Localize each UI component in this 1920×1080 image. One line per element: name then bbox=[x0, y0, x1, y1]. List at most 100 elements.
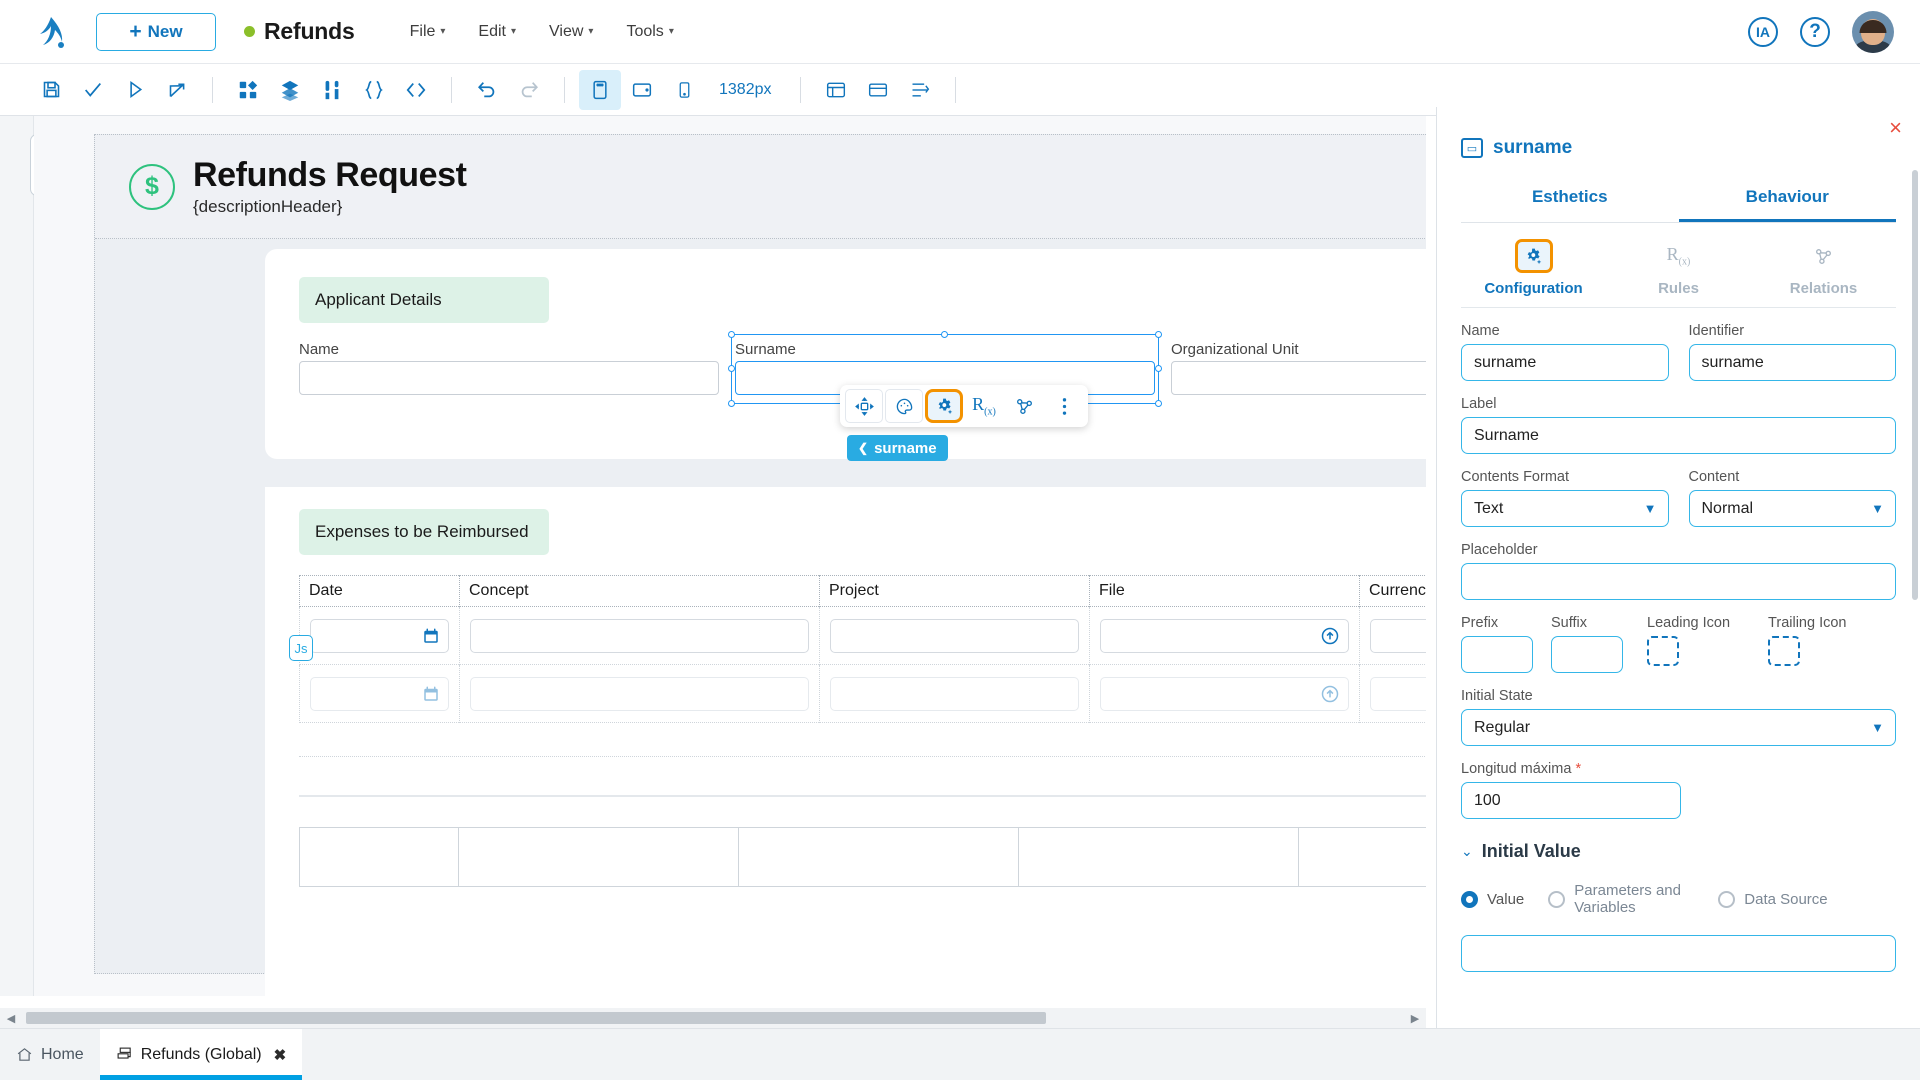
components-grid-icon[interactable] bbox=[227, 70, 269, 110]
max-length-input[interactable] bbox=[1461, 782, 1681, 819]
resize-handle-n[interactable] bbox=[941, 331, 948, 338]
cell-file[interactable] bbox=[1089, 607, 1359, 665]
canvas-horizontal-scrollbar[interactable]: ◀ ▶ bbox=[0, 1008, 1426, 1028]
initial-value-input[interactable] bbox=[1461, 935, 1896, 972]
more-options-icon[interactable] bbox=[1045, 389, 1083, 423]
cell-currency[interactable] bbox=[1359, 665, 1426, 723]
bottom-tab-home[interactable]: Home bbox=[0, 1029, 100, 1080]
date-input[interactable] bbox=[310, 619, 449, 653]
concept-input[interactable] bbox=[470, 677, 809, 711]
code-icon[interactable] bbox=[395, 70, 437, 110]
validate-check-icon[interactable] bbox=[72, 70, 114, 110]
app-logo-icon[interactable] bbox=[30, 11, 72, 53]
calendar-icon[interactable] bbox=[422, 685, 440, 703]
name-input[interactable] bbox=[1461, 344, 1669, 381]
cell-project[interactable] bbox=[819, 607, 1089, 665]
palette-esthetics-icon[interactable] bbox=[885, 389, 923, 423]
initial-value-section-header[interactable]: ⌄ Initial Value bbox=[1461, 841, 1896, 862]
deploy-export-icon[interactable] bbox=[156, 70, 198, 110]
tablet-view-icon[interactable] bbox=[621, 70, 663, 110]
concept-input[interactable] bbox=[470, 619, 809, 653]
file-input[interactable] bbox=[1100, 677, 1349, 711]
design-canvas[interactable]: $ Refunds Request {descriptionHeader} Ap… bbox=[34, 116, 1426, 996]
resize-handle-w[interactable] bbox=[728, 365, 735, 372]
currency-input[interactable] bbox=[1370, 677, 1426, 711]
initial-state-select[interactable] bbox=[1461, 709, 1896, 746]
contents-format-select[interactable] bbox=[1461, 490, 1669, 527]
new-button[interactable]: + New bbox=[96, 13, 216, 51]
date-input[interactable] bbox=[310, 677, 449, 711]
redo-icon[interactable] bbox=[508, 70, 550, 110]
menu-edit[interactable]: Edit ▾ bbox=[478, 23, 516, 41]
content-select[interactable] bbox=[1689, 490, 1897, 527]
calendar-icon[interactable] bbox=[422, 627, 440, 645]
desktop-view-icon[interactable] bbox=[579, 70, 621, 110]
move-resize-icon[interactable] bbox=[845, 389, 883, 423]
totals-cell[interactable] bbox=[739, 827, 1019, 887]
totals-cell[interactable] bbox=[459, 827, 739, 887]
resize-handle-se[interactable] bbox=[1155, 400, 1162, 407]
selection-label-tag[interactable]: ❮ surname bbox=[847, 435, 948, 461]
help-button[interactable]: ? bbox=[1800, 17, 1830, 47]
cell-concept[interactable] bbox=[459, 607, 819, 665]
menu-tools[interactable]: Tools ▾ bbox=[626, 23, 673, 41]
cell-date[interactable] bbox=[299, 607, 459, 665]
relations-icon[interactable] bbox=[1005, 389, 1043, 423]
tab-esthetics[interactable]: Esthetics bbox=[1461, 187, 1679, 222]
menu-view[interactable]: View ▾ bbox=[549, 23, 593, 41]
file-input[interactable] bbox=[1100, 619, 1349, 653]
panel-scrollbar-thumb[interactable] bbox=[1912, 170, 1918, 600]
section-chip-applicant[interactable]: Applicant Details bbox=[299, 277, 549, 323]
field-name[interactable]: Name bbox=[299, 341, 719, 395]
resize-handle-e[interactable] bbox=[1155, 365, 1162, 372]
resize-handle-sw[interactable] bbox=[728, 400, 735, 407]
radio-data-source[interactable]: Data Source bbox=[1718, 891, 1827, 908]
leading-icon-picker[interactable] bbox=[1647, 636, 1679, 666]
cell-concept[interactable] bbox=[459, 665, 819, 723]
save-icon[interactable] bbox=[30, 70, 72, 110]
suffix-input[interactable] bbox=[1551, 636, 1623, 673]
table-row[interactable] bbox=[299, 607, 1426, 665]
avatar[interactable] bbox=[1852, 11, 1894, 53]
radio-parameters-and-variables[interactable]: Parameters and Variables bbox=[1548, 882, 1694, 917]
scroll-right-arrow-icon[interactable]: ▶ bbox=[1404, 1012, 1426, 1025]
project-input[interactable] bbox=[830, 677, 1079, 711]
js-script-badge[interactable]: Js bbox=[289, 635, 313, 661]
upload-icon[interactable] bbox=[1320, 626, 1340, 646]
totals-cell[interactable] bbox=[1019, 827, 1299, 887]
align-icon[interactable] bbox=[899, 70, 941, 110]
bottom-tab-refunds[interactable]: Refunds (Global) ✖ bbox=[100, 1029, 303, 1080]
cell-date[interactable] bbox=[299, 665, 459, 723]
braces-icon[interactable] bbox=[353, 70, 395, 110]
rules-rx-icon[interactable]: R(x) bbox=[965, 389, 1003, 423]
subtab-configuration[interactable]: Configuration bbox=[1461, 239, 1606, 297]
scrollbar-thumb[interactable] bbox=[26, 1012, 1046, 1024]
field-organizational-unit-input[interactable] bbox=[1171, 361, 1426, 395]
ia-assistant-button[interactable]: IA bbox=[1748, 17, 1778, 47]
upload-icon[interactable] bbox=[1320, 684, 1340, 704]
resize-handle-nw[interactable] bbox=[728, 331, 735, 338]
totals-cell[interactable] bbox=[1299, 827, 1426, 887]
subtab-relations[interactable]: Relations bbox=[1751, 239, 1896, 297]
identifier-input[interactable] bbox=[1689, 344, 1897, 381]
cell-currency[interactable] bbox=[1359, 607, 1426, 665]
close-icon[interactable]: × bbox=[1889, 117, 1902, 139]
field-name-input[interactable] bbox=[299, 361, 719, 395]
close-icon[interactable]: ✖ bbox=[274, 1046, 287, 1064]
radio-value[interactable]: Value bbox=[1461, 891, 1524, 908]
mobile-view-icon[interactable] bbox=[663, 70, 705, 110]
resize-handle-ne[interactable] bbox=[1155, 331, 1162, 338]
table-row[interactable] bbox=[299, 665, 1426, 723]
currency-input[interactable] bbox=[1370, 619, 1426, 653]
prefix-input[interactable] bbox=[1461, 636, 1533, 673]
field-organizational-unit[interactable]: Organizational Unit bbox=[1171, 341, 1426, 395]
scroll-left-arrow-icon[interactable]: ◀ bbox=[0, 1012, 22, 1025]
menu-file[interactable]: File ▾ bbox=[410, 23, 446, 41]
run-play-icon[interactable] bbox=[114, 70, 156, 110]
flow-icon[interactable] bbox=[311, 70, 353, 110]
project-input[interactable] bbox=[830, 619, 1079, 653]
tab-behaviour[interactable]: Behaviour bbox=[1679, 187, 1897, 222]
cell-file[interactable] bbox=[1089, 665, 1359, 723]
container-icon[interactable] bbox=[857, 70, 899, 110]
totals-cell[interactable] bbox=[299, 827, 459, 887]
